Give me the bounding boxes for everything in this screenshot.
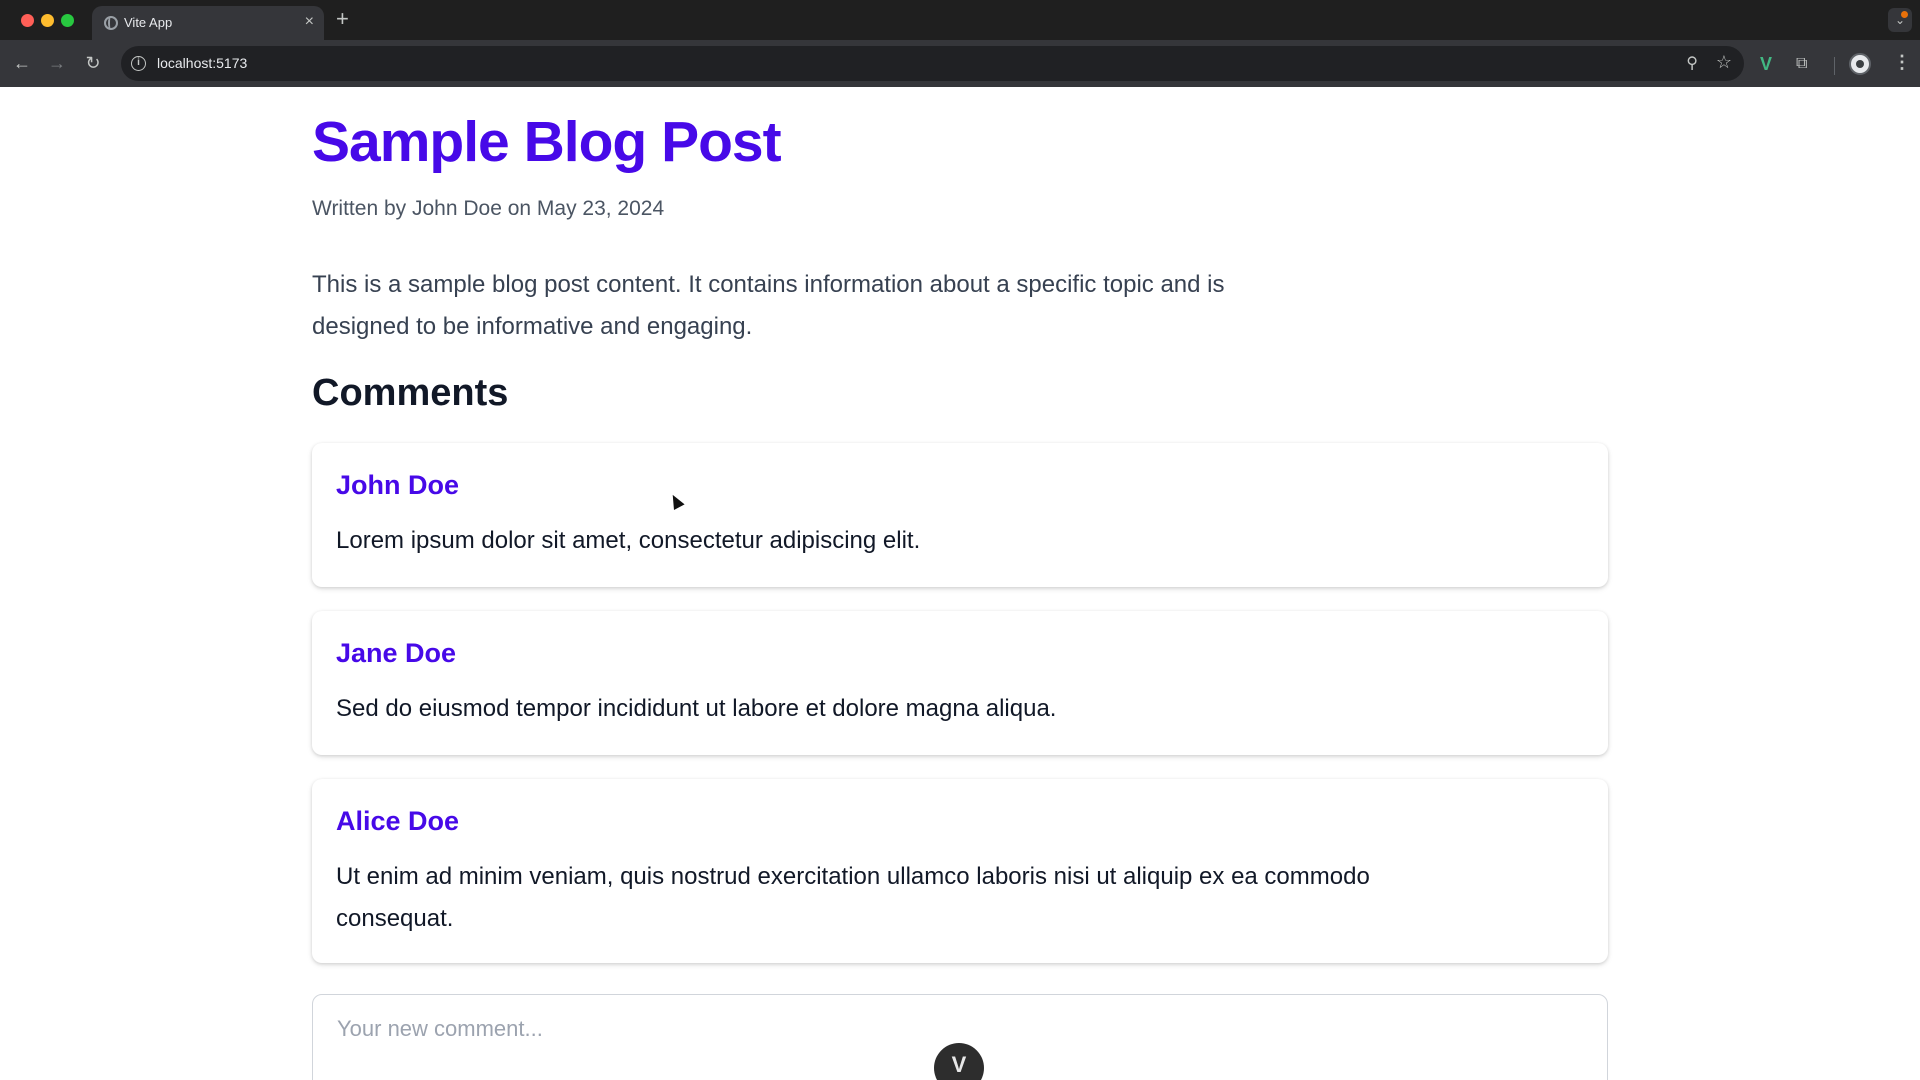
minimize-window-button[interactable] [41, 14, 54, 27]
comment-input-placeholder: Your new comment... [337, 1016, 543, 1041]
toolbar-divider [1834, 57, 1835, 75]
post-byline: Written by John Doe on May 23, 2024 [312, 197, 665, 220]
address-bar[interactable]: i localhost:5173 ⚲ ☆ [121, 46, 1744, 81]
maximize-window-button[interactable] [61, 14, 74, 27]
comment-text: Ut enim ad minim veniam, quis nostrud ex… [336, 863, 1370, 932]
browser-chrome: Vite App × + ⌄ ← → ↻ i localhost:5173 ⚲ … [0, 0, 1920, 87]
browser-tab[interactable]: Vite App × [92, 6, 324, 40]
comment-author: Jane Doe [336, 638, 457, 668]
new-tab-button[interactable]: + [336, 7, 349, 31]
globe-icon [104, 16, 118, 30]
arrow-right-icon: → [48, 53, 66, 73]
vue-logo-icon: V [951, 1052, 967, 1077]
arrow-left-icon: ← [13, 53, 31, 73]
reload-icon: ↻ [85, 53, 101, 73]
comments-heading: Comments [312, 372, 509, 414]
zoom-icon[interactable]: ⚲ [1686, 53, 1698, 73]
url-text[interactable]: localhost:5173 [157, 55, 247, 71]
puzzle-icon[interactable]: ⧉ [1796, 54, 1807, 74]
notification-dot [1901, 11, 1908, 18]
comment-text: Sed do eiusmod tempor incididunt ut labo… [336, 695, 1057, 722]
kebab-icon[interactable]: ⋮ [1893, 52, 1911, 72]
avatar[interactable] [1849, 53, 1871, 75]
post-title: Sample Blog Post [312, 110, 782, 174]
comment-author: Alice Doe [336, 806, 460, 836]
browser-toolbar: ← → ↻ i localhost:5173 ⚲ ☆ V ⧉ ⋮ [0, 40, 1920, 87]
tab-search-button[interactable]: ⌄ [1888, 8, 1912, 32]
star-icon[interactable]: ☆ [1716, 52, 1732, 73]
comment-card: Jane Doe Sed do eiusmod tempor incididun… [312, 611, 1608, 755]
comment-card: John Doe Lorem ipsum dolor sit amet, con… [312, 443, 1608, 587]
comment-text: Lorem ipsum dolor sit amet, consectetur … [336, 527, 921, 554]
comment-author: John Doe [336, 470, 460, 500]
close-window-button[interactable] [21, 14, 34, 27]
back-button[interactable]: ← [9, 50, 35, 76]
page-viewport: Sample Blog Post Written by John Doe on … [0, 87, 1920, 1080]
tab-title: Vite App [124, 15, 173, 30]
reload-button[interactable]: ↻ [80, 50, 106, 76]
tab-strip: Vite App × + ⌄ [0, 0, 1920, 40]
tab-close-button[interactable]: × [305, 12, 314, 32]
comment-card: Alice Doe Ut enim ad minim veniam, quis … [312, 779, 1608, 963]
info-icon[interactable]: i [131, 56, 146, 71]
forward-button[interactable]: → [44, 50, 70, 76]
vue-devtools-extension-icon[interactable]: V [1760, 54, 1772, 74]
post-body: This is a sample blog post content. It c… [312, 271, 1225, 340]
